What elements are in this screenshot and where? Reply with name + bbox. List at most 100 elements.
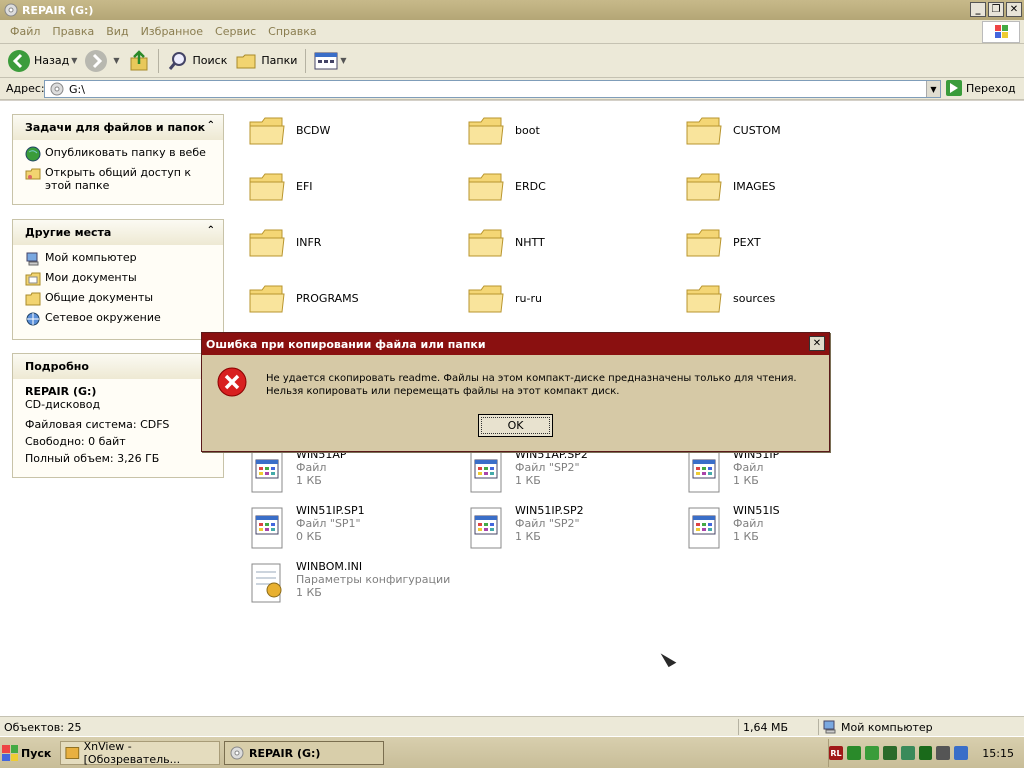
collapse-icon[interactable]: ⌃ (207, 120, 215, 131)
folder-item[interactable]: CUSTOM (685, 114, 781, 148)
detail-free: Свободно: 0 байт (25, 435, 126, 448)
close-button[interactable]: ✕ (1006, 2, 1022, 17)
folder-item[interactable]: ru-ru (467, 282, 542, 316)
menu-favorites[interactable]: Избранное (135, 25, 209, 38)
tray-info-icon[interactable] (954, 746, 969, 760)
minimize-button[interactable]: _ (970, 2, 986, 17)
dialog-close-button[interactable]: ✕ (809, 336, 825, 351)
folder-item[interactable]: ERDC (467, 170, 546, 204)
address-value: G:\ (69, 82, 85, 96)
file-name: WIN51IP.SP2 (515, 504, 584, 517)
place-shared-documents[interactable]: Общие документы (25, 291, 213, 307)
views-button[interactable]: ▼ (310, 47, 350, 75)
panel-header[interactable]: Задачи для файлов и папок ⌃ (13, 115, 223, 140)
folder-icon (468, 229, 504, 257)
back-button[interactable]: Назад ▼ (4, 47, 81, 75)
folder-item[interactable]: EFI (248, 170, 313, 204)
place-my-documents[interactable]: Мои документы (25, 271, 213, 287)
place-my-computer[interactable]: Мой компьютер (25, 251, 213, 267)
folder-name: PEXT (733, 236, 761, 249)
collapse-icon[interactable]: ⌃ (207, 225, 215, 236)
folder-name: CUSTOM (733, 124, 781, 137)
ok-button[interactable]: OK (478, 414, 553, 437)
menu-help[interactable]: Справка (262, 25, 322, 38)
file-icon (251, 507, 283, 549)
place-label: Мой компьютер (45, 251, 137, 264)
file-type: Файл (296, 461, 327, 474)
folder-item[interactable]: PEXT (685, 226, 761, 260)
file-item[interactable]: WIN51IP.SP1 Файл "SP1" 0 КБ (248, 504, 365, 552)
chevron-down-icon[interactable]: ▼ (71, 56, 77, 65)
dialog-titlebar[interactable]: Ошибка при копировании файла или папки ✕ (202, 333, 829, 355)
taskbar-button-repair[interactable]: REPAIR (G:) (224, 741, 384, 765)
file-size: 1 КБ (733, 474, 759, 487)
chevron-down-icon[interactable]: ▼ (113, 56, 119, 65)
detail-name: REPAIR (G:) (25, 385, 97, 398)
file-name: WIN51IS (733, 504, 780, 517)
place-network[interactable]: Сетевое окружение (25, 311, 213, 327)
status-bar: Объектов: 25 1,64 МБ Мой компьютер (0, 716, 1024, 736)
chevron-down-icon[interactable]: ▼ (340, 56, 346, 65)
folder-item[interactable]: PROGRAMS (248, 282, 359, 316)
folders-button[interactable]: Папки (231, 47, 301, 75)
tray-arrows-icon[interactable] (846, 746, 861, 760)
forward-button[interactable]: ▼ (81, 47, 123, 75)
up-folder-button[interactable] (124, 47, 154, 75)
folder-item[interactable]: INFR (248, 226, 321, 260)
system-tray: RL 15:15 (828, 739, 1024, 767)
file-item[interactable]: WINBOM.INI Параметры конфигурации 1 КБ (248, 560, 450, 608)
task-publish-web[interactable]: Опубликовать папку в вебе (25, 146, 213, 162)
folder-name: INFR (296, 236, 322, 249)
folder-icon (468, 173, 504, 201)
search-button[interactable]: Поиск (163, 47, 232, 75)
folder-icon (249, 117, 285, 145)
taskbar-button-xnview[interactable]: XnView - [Обозреватель... (60, 740, 220, 766)
folder-item[interactable]: NHTT (467, 226, 545, 260)
tray-rl-icon[interactable]: RL (829, 746, 843, 760)
address-input[interactable]: G:\ ▼ (44, 80, 941, 98)
computer-icon (26, 252, 39, 266)
network-icon (26, 312, 40, 326)
folder-icon (686, 117, 722, 145)
tray-speaker-icon[interactable] (936, 746, 951, 760)
tray-network-icon[interactable] (864, 746, 879, 760)
error-dialog: Ошибка при копировании файла или папки ✕… (201, 332, 830, 452)
panel-header[interactable]: Другие места ⌃ (13, 220, 223, 245)
menu-view[interactable]: Вид (100, 25, 134, 38)
file-item[interactable]: WIN51AP Файл 1 КБ (248, 448, 347, 496)
window-titlebar[interactable]: REPAIR (G:) _ ❐ ✕ (0, 0, 1024, 20)
folder-name: EFI (296, 180, 313, 193)
file-icon (251, 451, 283, 493)
menu-edit[interactable]: Правка (46, 25, 100, 38)
file-type: Параметры конфигурации (296, 573, 451, 586)
dialog-message: Не удается скопировать readme. Файлы на … (266, 373, 797, 397)
go-label: Переход (966, 81, 1016, 95)
menu-file[interactable]: Файл (4, 25, 46, 38)
start-button[interactable]: Пуск (2, 741, 56, 765)
place-label: Мои документы (45, 271, 137, 284)
status-location-label: Мой компьютер (841, 720, 933, 734)
file-item[interactable]: WIN51IP.SP2 Файл "SP2" 1 КБ (467, 504, 584, 552)
file-item[interactable]: WIN51AP.SP2 Файл "SP2" 1 КБ (467, 448, 588, 496)
tray-shield-icon[interactable] (900, 746, 915, 760)
tray-gear-icon[interactable] (882, 746, 897, 760)
folder-item[interactable]: boot (467, 114, 540, 148)
maximize-button[interactable]: ❐ (988, 2, 1004, 17)
task-label: Открыть общий доступ к этой папке (45, 166, 192, 192)
address-dropdown[interactable]: ▼ (926, 81, 940, 97)
folder-icon (249, 173, 285, 201)
file-item[interactable]: WIN51IS Файл 1 КБ (685, 504, 780, 552)
menu-tools[interactable]: Сервис (209, 25, 262, 38)
file-size: 1 КБ (733, 530, 759, 543)
panel-header[interactable]: Подробно (13, 354, 223, 379)
file-tasks-panel: Задачи для файлов и папок ⌃ Опубликовать… (12, 114, 224, 205)
back-arrow-icon (8, 49, 30, 72)
task-share-folder[interactable]: Открыть общий доступ к этой папке (25, 166, 213, 192)
folder-name: ERDC (515, 180, 546, 193)
folder-item[interactable]: BCDW (248, 114, 330, 148)
folder-item[interactable]: IMAGES (685, 170, 776, 204)
tray-three-icon[interactable] (918, 746, 933, 760)
folder-item[interactable]: sources (685, 282, 775, 316)
go-button[interactable]: Переход (946, 80, 1016, 96)
file-item[interactable]: WIN51IP Файл 1 КБ (685, 448, 779, 496)
